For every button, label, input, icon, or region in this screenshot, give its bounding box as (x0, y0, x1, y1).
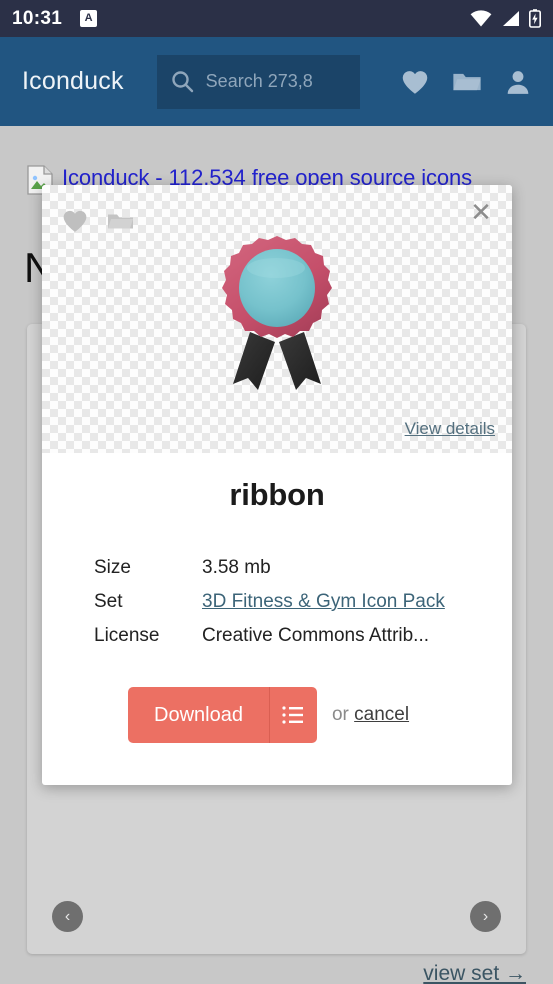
modal-preview-area: ✕ View details (42, 185, 512, 453)
download-button-group: Download (128, 687, 317, 743)
folder-icon[interactable] (452, 70, 482, 94)
metadata-value-set: 3D Fitness & Gym Icon Pack (202, 591, 445, 613)
app-header: Iconduck Search 273,8 (0, 37, 553, 126)
folder-icon[interactable] (107, 210, 134, 232)
metadata-row: Size 3.58 mb (94, 557, 512, 579)
search-icon (171, 71, 193, 93)
metadata-row: Set 3D Fitness & Gym Icon Pack (94, 591, 512, 613)
modal-actions: Download or cancel (128, 687, 512, 743)
download-format-menu-button[interactable] (268, 687, 317, 743)
metadata-value-license: Creative Commons Attrib... (202, 625, 430, 646)
download-button[interactable]: Download (128, 687, 269, 743)
wifi-icon (470, 10, 492, 27)
brand-logo-text[interactable]: Iconduck (22, 67, 124, 96)
list-icon (282, 706, 304, 724)
ribbon-icon-preview (222, 236, 332, 390)
metadata-label-size: Size (94, 557, 131, 578)
icon-set-link[interactable]: 3D Fitness & Gym Icon Pack (202, 591, 445, 612)
view-set-link[interactable]: view set → (423, 962, 526, 984)
icon-metadata-list: Size 3.58 mb Set 3D Fitness & Gym Icon P… (94, 557, 512, 647)
modal-preview-actions (62, 209, 134, 233)
metadata-value-size: 3.58 mb (202, 557, 271, 578)
heart-icon[interactable] (401, 69, 429, 95)
status-bar-clock: 10:31 (12, 7, 63, 29)
view-set-row: view set → (423, 962, 526, 984)
input-method-icon: A (80, 10, 98, 27)
chevron-left-icon: ‹ (64, 907, 71, 925)
or-label: or (331, 704, 355, 725)
app-header-icons (401, 69, 531, 95)
metadata-label-license: License (94, 625, 160, 646)
carousel-next-button[interactable]: › (470, 901, 501, 932)
search-input[interactable]: Search 273,8 (156, 54, 360, 109)
heart-icon[interactable] (62, 209, 88, 233)
close-icon[interactable]: ✕ (466, 197, 496, 227)
carousel-prev-button[interactable]: ‹ (52, 901, 83, 932)
metadata-row: License Creative Commons Attrib... (94, 625, 512, 647)
cancel-row: or cancel (332, 704, 409, 726)
user-icon[interactable] (505, 69, 531, 95)
chevron-right-icon: › (482, 907, 489, 925)
battery-charging-icon (529, 9, 541, 28)
cancel-link[interactable]: cancel (354, 704, 409, 725)
app-screen: Iconduck - 112,534 free open source icon… (0, 0, 553, 984)
search-placeholder: Search 273,8 (205, 71, 313, 91)
status-bar-indicators (470, 9, 541, 28)
icon-title: ribbon (229, 477, 325, 512)
modal-body: ribbon Size 3.58 mb Set 3D Fitness & Gym… (42, 453, 512, 743)
metadata-label-set: Set (94, 591, 123, 612)
view-details-link[interactable]: View details (405, 419, 495, 439)
icon-detail-modal: ✕ View details ribbon Size 3.58 mb Set 3… (42, 185, 512, 785)
cellular-signal-icon (503, 11, 519, 26)
system-status-bar: 10:31 A (0, 0, 553, 37)
